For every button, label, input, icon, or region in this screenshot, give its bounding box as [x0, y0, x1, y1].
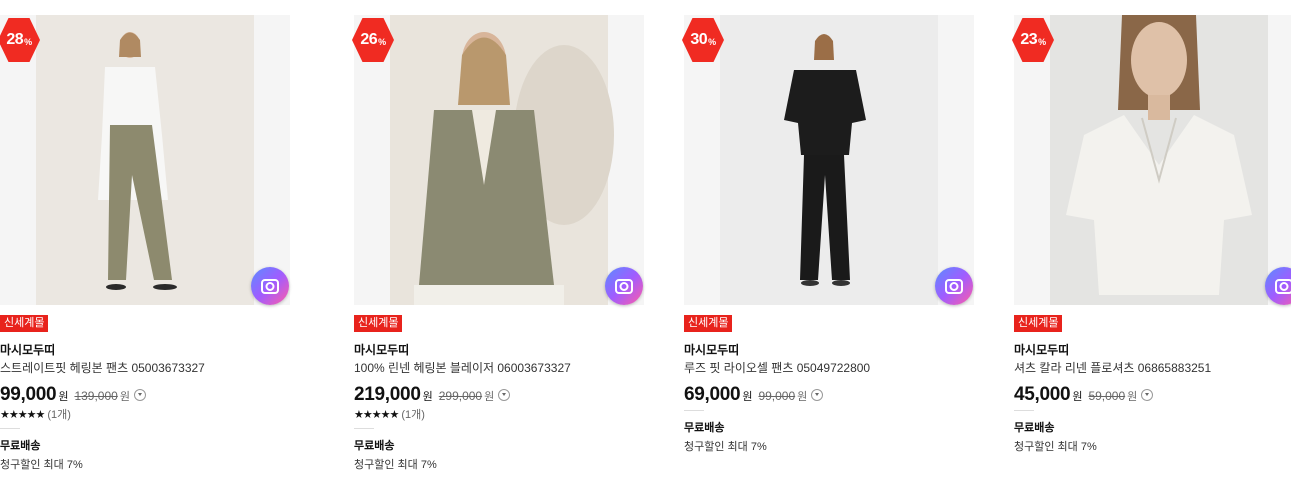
card-discount: 청구할인 최대 7%	[354, 459, 437, 471]
review-count: (1개)	[401, 409, 425, 421]
product-card[interactable]: 28% 신세계몰 마시모두띠 스트레이트핏 헤링본 팬츠 05003673327…	[0, 0, 295, 501]
product-name[interactable]: 루즈 핏 라이오셀 팬츠 05049722800	[684, 359, 870, 376]
original-currency: 원	[1127, 391, 1138, 403]
original-currency: 원	[797, 391, 808, 403]
price-row: 45,000 원 59,000 원	[1014, 384, 1154, 406]
original-price: 139,000	[74, 389, 118, 403]
shipping-label: 무료배송	[354, 440, 395, 452]
store-tag[interactable]: 신세계몰	[354, 315, 403, 332]
currency: 원	[1072, 391, 1083, 403]
brand-name[interactable]: 마시모두띠	[684, 341, 739, 358]
chevron-down-circle-icon[interactable]	[1141, 389, 1154, 401]
card-discount: 청구할인 최대 7%	[684, 441, 767, 453]
product-card[interactable]: 23% 신세계몰 마시모두띠 셔츠 칼라 리넨 플로셔츠 06865883251…	[1012, 0, 1291, 501]
sale-price: 219,000	[354, 384, 421, 405]
currency: 원	[422, 391, 433, 403]
product-name[interactable]: 100% 린넨 헤링본 블레이저 06003673327	[354, 359, 571, 376]
product-card[interactable]: 26% 신세계몰 마시모두띠 100% 린넨 헤링본 블레이저 06003673…	[352, 0, 649, 501]
product-image[interactable]	[0, 15, 290, 305]
product-image[interactable]	[354, 15, 644, 305]
sale-price: 99,000	[0, 384, 57, 405]
card-discount: 청구할인 최대 7%	[1014, 441, 1097, 453]
discount-value: 30	[690, 31, 708, 48]
percent-sign: %	[24, 37, 32, 47]
percent-sign: %	[378, 37, 386, 47]
chevron-down-circle-icon[interactable]	[498, 389, 511, 401]
star-icons: ★★★★★	[354, 409, 399, 421]
shipping-label: 무료배송	[1014, 422, 1055, 434]
shipping-label: 무료배송	[0, 440, 41, 452]
star-icons: ★★★★★	[0, 409, 45, 421]
brand-name[interactable]: 마시모두띠	[0, 341, 55, 358]
discount-value: 26	[360, 31, 378, 48]
store-tag[interactable]: 신세계몰	[684, 315, 733, 332]
camera-icon[interactable]	[935, 267, 973, 305]
product-image[interactable]	[1014, 15, 1291, 305]
product-image[interactable]	[684, 15, 974, 305]
divider	[354, 428, 374, 429]
price-row: 99,000 원 139,000 원	[0, 384, 146, 406]
sale-price: 69,000	[684, 384, 741, 405]
original-currency: 원	[119, 391, 130, 403]
product-card[interactable]: 30% 신세계몰 마시모두띠 루즈 핏 라이오셀 팬츠 05049722800 …	[682, 0, 979, 501]
divider	[1014, 410, 1034, 411]
product-name[interactable]: 셔츠 칼라 리넨 플로셔츠 06865883251	[1014, 359, 1211, 376]
price-row: 219,000 원 299,000 원	[354, 384, 511, 406]
card-discount: 청구할인 최대 7%	[0, 459, 83, 471]
divider	[684, 410, 704, 411]
original-currency: 원	[484, 391, 495, 403]
divider	[0, 428, 20, 429]
product-name[interactable]: 스트레이트핏 헤링본 팬츠 05003673327	[0, 359, 205, 376]
shipping-label: 무료배송	[684, 422, 725, 434]
rating[interactable]: ★★★★★ (1개)	[354, 406, 425, 422]
camera-icon[interactable]	[605, 267, 643, 305]
original-price: 99,000	[758, 389, 796, 403]
review-count: (1개)	[47, 409, 71, 421]
currency: 원	[742, 391, 753, 403]
store-tag[interactable]: 신세계몰	[1014, 315, 1063, 332]
brand-name[interactable]: 마시모두띠	[354, 341, 409, 358]
price-row: 69,000 원 99,000 원	[684, 384, 824, 406]
currency: 원	[58, 391, 69, 403]
chevron-down-circle-icon[interactable]	[811, 389, 824, 401]
brand-name[interactable]: 마시모두띠	[1014, 341, 1069, 358]
discount-value: 23	[1020, 31, 1038, 48]
chevron-down-circle-icon[interactable]	[133, 389, 146, 401]
store-tag[interactable]: 신세계몰	[0, 315, 49, 332]
discount-value: 28	[6, 31, 24, 48]
percent-sign: %	[708, 37, 716, 47]
camera-icon[interactable]	[251, 267, 289, 305]
original-price: 299,000	[438, 389, 483, 403]
original-price: 59,000	[1088, 389, 1126, 403]
sale-price: 45,000	[1014, 384, 1071, 405]
rating[interactable]: ★★★★★ (1개)	[0, 406, 71, 422]
percent-sign: %	[1038, 37, 1046, 47]
